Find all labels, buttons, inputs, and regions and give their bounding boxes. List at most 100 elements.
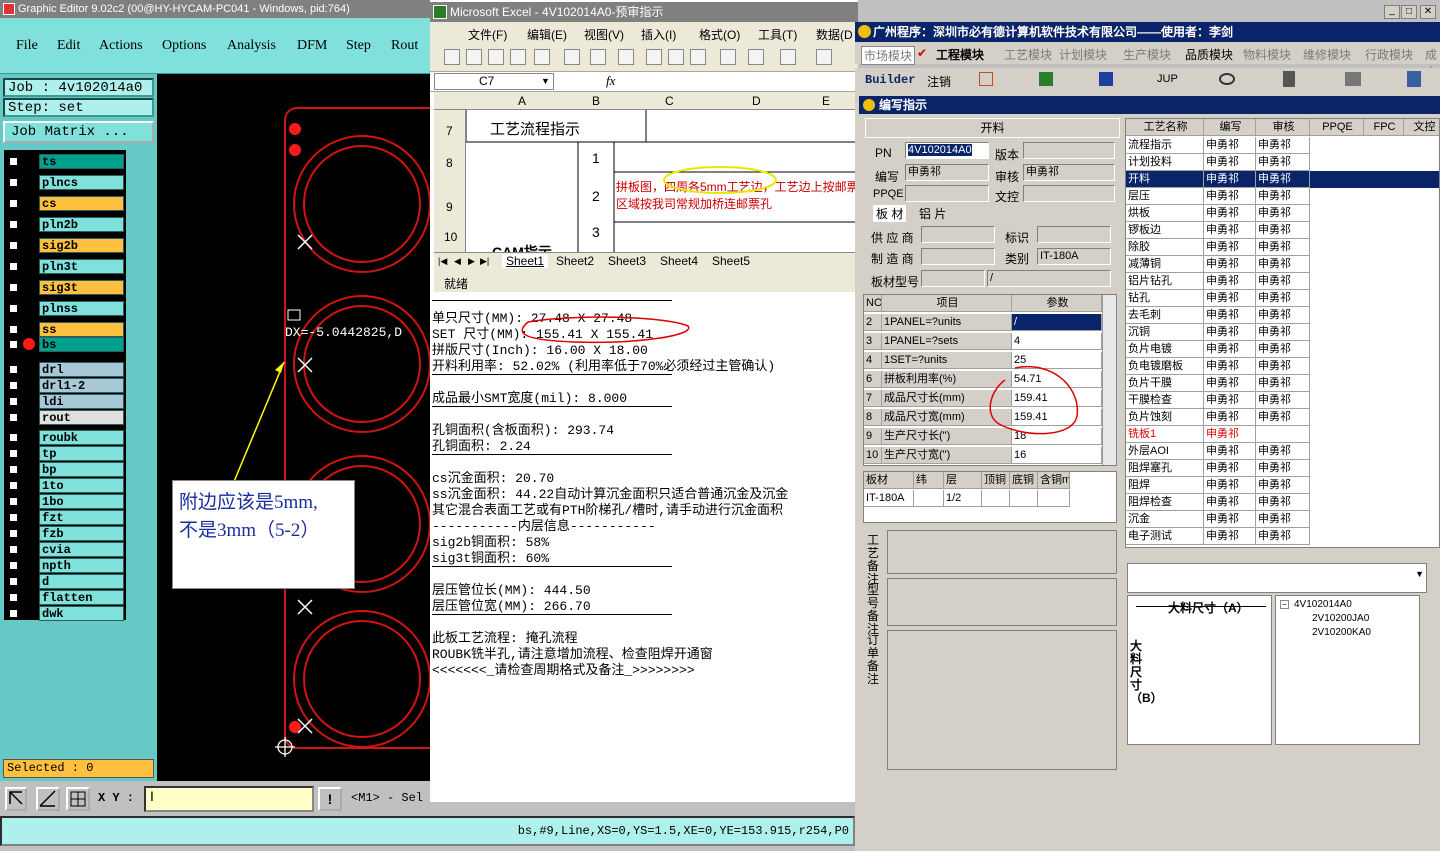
row-header-7[interactable]: 7 [446, 124, 453, 138]
warning-icon[interactable]: ! [318, 787, 342, 811]
sheet-tab-4[interactable]: Sheet4 [660, 254, 698, 268]
layer-checkbox[interactable] [8, 448, 19, 459]
process-row[interactable]: 负电镀磨板 申勇祁 申勇祁 [1126, 358, 1439, 375]
logout-button[interactable]: 注销 [927, 73, 951, 90]
ge-menu-actions[interactable]: Actions [99, 38, 143, 54]
layer-row[interactable]: plnss [6, 301, 124, 316]
param-val[interactable]: / [1012, 314, 1102, 331]
layer-checkbox[interactable] [8, 339, 19, 350]
format-painter-icon[interactable] [720, 49, 736, 65]
module-tab-plan[interactable]: 计划模块 [1059, 46, 1107, 63]
process-header-cell[interactable]: 工艺名称 [1126, 119, 1204, 136]
params-scrollbar[interactable] [1102, 295, 1116, 465]
layer-row[interactable]: sig3t [6, 280, 124, 295]
layer-checkbox[interactable] [8, 512, 19, 523]
layer-checkbox[interactable] [8, 303, 19, 314]
research-icon[interactable] [618, 49, 634, 65]
layer-row[interactable]: tp [6, 446, 124, 461]
sheet-tab-2[interactable]: Sheet2 [556, 254, 594, 268]
ge-menu-edit[interactable]: Edit [57, 38, 80, 54]
tree-child-2[interactable]: 2V10200KA0 [1312, 627, 1371, 638]
layer-row[interactable]: drl [6, 362, 124, 377]
layer-row[interactable]: dwk [6, 606, 124, 621]
excel-menu-edit[interactable]: 编辑(E) [527, 26, 567, 43]
layer-row[interactable]: bs [6, 337, 124, 352]
type-field[interactable]: IT-180A [1037, 248, 1111, 265]
excel-menu-data[interactable]: 数据(D [816, 26, 853, 43]
sheet-tab-3[interactable]: Sheet3 [608, 254, 646, 268]
layer-name[interactable]: sig2b [39, 238, 124, 253]
ppqe-field[interactable] [905, 185, 989, 202]
excel-menu-insert[interactable]: 插入(I) [641, 26, 676, 43]
layer-checkbox[interactable] [8, 324, 19, 335]
sheet-tab-1[interactable]: Sheet1 [502, 254, 549, 268]
layer-row[interactable]: ss [6, 322, 124, 337]
layer-checkbox[interactable] [8, 364, 19, 375]
layer-name[interactable]: plnss [39, 301, 124, 316]
process-row[interactable]: 沉金 申勇祁 申勇祁 [1126, 511, 1439, 528]
layer-checkbox[interactable] [8, 177, 19, 188]
layer-name[interactable]: ts [39, 154, 124, 169]
permission-icon[interactable] [510, 49, 526, 65]
row-header-9[interactable]: 9 [446, 200, 453, 214]
ge-menu-dfm[interactable]: DFM [297, 38, 327, 54]
layer-name[interactable]: d [39, 574, 124, 589]
layer-name[interactable]: npth [39, 558, 124, 573]
layer-checkbox[interactable] [8, 480, 19, 491]
module-tab-admin[interactable]: 行政模块 [1365, 46, 1413, 63]
layer-row[interactable]: ts [6, 154, 124, 169]
layer-row[interactable]: drl1-2 [6, 378, 124, 393]
ge-menu-rout[interactable]: Rout [391, 38, 418, 54]
reviewer-field[interactable]: 申勇祁 [1023, 164, 1115, 181]
layer-row[interactable]: pln3t [6, 259, 124, 274]
layer-row[interactable]: ldi [6, 394, 124, 409]
layer-name[interactable]: fzt [39, 510, 124, 525]
last-sheet-icon[interactable]: ▶| [480, 256, 489, 267]
process-row[interactable]: 沉铜 申勇祁 申勇祁 [1126, 324, 1439, 341]
process-header-cell[interactable]: 文控 [1404, 119, 1439, 136]
cell-b10[interactable]: 3 [592, 224, 600, 240]
hyperlink-icon[interactable] [816, 49, 832, 65]
col-header-e[interactable]: E [822, 94, 830, 108]
cell-b8[interactable]: 1 [592, 150, 600, 166]
pn-field[interactable]: 4V102014A0 [905, 142, 989, 159]
row-header-8[interactable]: 8 [446, 156, 453, 170]
print-icon[interactable] [534, 49, 550, 65]
module-tab-engineering[interactable]: 工程模块 [936, 46, 984, 63]
word-icon[interactable] [1099, 72, 1113, 86]
process-row[interactable]: 计划投料 申勇祁 申勇祁 [1126, 154, 1439, 171]
layer-name[interactable]: 1bo [39, 494, 124, 509]
layer-checkbox[interactable] [8, 396, 19, 407]
layer-name[interactable]: drl1-2 [39, 378, 124, 393]
process-row[interactable]: 负片电镀 申勇祁 申勇祁 [1126, 341, 1439, 358]
param-val[interactable]: 16 [1012, 447, 1102, 464]
col-header-b[interactable]: B [592, 94, 600, 108]
layer-name[interactable]: drl [39, 362, 124, 377]
measure-tool-icon[interactable] [36, 787, 60, 811]
excel-icon[interactable] [1039, 72, 1053, 86]
version-field[interactable] [1023, 142, 1115, 159]
process-row[interactable]: 负片干膜 申勇祁 申勇祁 [1126, 375, 1439, 392]
layer-checkbox[interactable] [8, 544, 19, 555]
process-row[interactable]: 去毛刺 申勇祁 申勇祁 [1126, 307, 1439, 324]
maker-field[interactable] [921, 248, 995, 265]
layer-checkbox[interactable] [8, 240, 19, 251]
mark-field[interactable] [1037, 226, 1111, 243]
layer-name[interactable]: ldi [39, 394, 124, 409]
ge-menu-file[interactable]: File [16, 38, 38, 54]
layer-checkbox[interactable] [8, 380, 19, 391]
layer-row[interactable]: 1to [6, 478, 124, 493]
printer-icon[interactable] [1345, 72, 1361, 86]
col-header-a[interactable]: A [518, 94, 526, 108]
first-sheet-icon[interactable]: |◀ [438, 256, 447, 267]
process-row[interactable]: 流程指示 申勇祁 申勇祁 [1126, 137, 1439, 154]
ge-menu-options[interactable]: Options [162, 38, 206, 54]
order-note-field[interactable] [887, 630, 1117, 770]
process-header-cell[interactable]: FPC [1364, 119, 1404, 136]
layer-row[interactable]: sig2b [6, 238, 124, 253]
layer-row[interactable]: cvia [6, 542, 124, 557]
part-tree[interactable]: − 4V102014A0 2V10200JA0 2V10200KA0 [1275, 595, 1420, 745]
process-row[interactable]: 层压 申勇祁 申勇祁 [1126, 188, 1439, 205]
layer-checkbox[interactable] [8, 282, 19, 293]
process-header-cell[interactable]: 编写 [1204, 119, 1256, 136]
